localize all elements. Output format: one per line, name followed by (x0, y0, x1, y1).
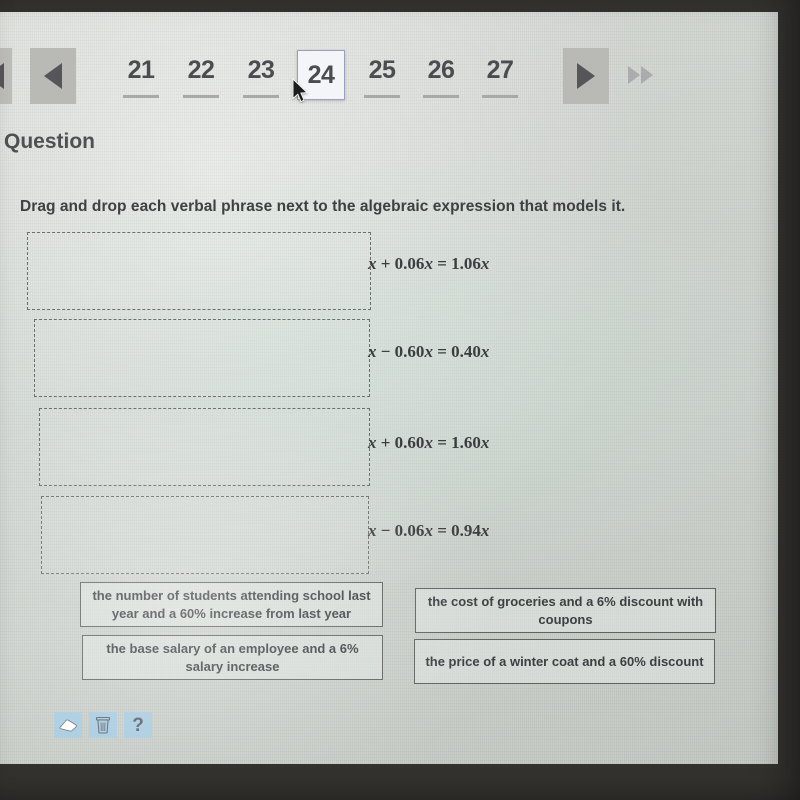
equation-2: x − 0.60x = 0.40x (368, 342, 490, 361)
phrase-tile-students[interactable]: the number of students attending school … (80, 582, 383, 627)
chevron-right-icon (577, 63, 595, 89)
double-chevron-right-icon (628, 66, 640, 84)
equation-4: x − 0.06x = 0.94x (368, 521, 490, 540)
dropzone-3[interactable] (39, 408, 370, 486)
double-chevron-right-icon-2 (641, 66, 653, 84)
trash-icon (95, 716, 111, 734)
eraser-button[interactable] (54, 712, 82, 738)
page-number-label: 22 (187, 56, 215, 84)
equation-1: x + 0.06x = 1.06x (368, 254, 490, 273)
last-page-button[interactable] (628, 66, 653, 84)
delete-button[interactable] (89, 712, 117, 738)
screen-surface: 21 22 23 24 25 26 27 Question Drag and d… (0, 12, 778, 764)
double-chevron-left-icon (0, 63, 4, 89)
page-number-label: 23 (247, 56, 275, 84)
previous-page-button[interactable] (30, 48, 76, 104)
tool-palette: ? (54, 712, 152, 738)
dropzone-row: x + 0.06x = 1.06x (0, 228, 778, 318)
photo-of-screen: 21 22 23 24 25 26 27 Question Drag and d… (0, 0, 800, 800)
dropzone-row: x − 0.06x = 0.94x (0, 496, 778, 588)
page-number-26[interactable]: 26 (418, 56, 464, 98)
page-underline (482, 95, 518, 98)
question-mark-icon: ? (132, 714, 144, 736)
page-underline (243, 95, 279, 98)
page-navigation-bar: 21 22 23 24 25 26 27 (0, 40, 778, 118)
mouse-cursor-icon (292, 78, 309, 103)
equation-3: x + 0.60x = 1.60x (368, 433, 490, 452)
page-number-label: 21 (127, 56, 155, 84)
page-title: Question (4, 130, 96, 153)
page-number-label: 25 (368, 56, 396, 84)
page-number-label: 26 (427, 56, 455, 84)
question-prompt: Drag and drop each verbal phrase next to… (20, 198, 626, 215)
help-button[interactable]: ? (124, 712, 152, 738)
page-underline (423, 95, 459, 98)
next-page-button[interactable] (563, 48, 609, 104)
page-number-21[interactable]: 21 (118, 56, 164, 98)
eraser-icon (59, 719, 77, 732)
page-number-25[interactable]: 25 (359, 56, 405, 98)
page-underline (364, 95, 400, 98)
page-underline (123, 95, 159, 98)
dropzone-row: x − 0.60x = 0.40x (0, 318, 778, 408)
page-underline (183, 95, 219, 98)
page-number-label: 27 (486, 56, 514, 84)
page-number-22[interactable]: 22 (178, 56, 224, 98)
chevron-left-icon (44, 63, 62, 89)
page-number-27[interactable]: 27 (477, 56, 523, 98)
dropzone-4[interactable] (41, 496, 369, 574)
dropzone-1[interactable] (27, 232, 371, 310)
first-page-button[interactable] (0, 48, 12, 104)
dropzone-rows: x + 0.06x = 1.06x x − 0.60x = 0.40x x + … (0, 228, 778, 588)
phrase-tile-groceries[interactable]: the cost of groceries and a 6% discount … (415, 588, 716, 633)
dropzone-2[interactable] (34, 319, 370, 397)
page-number-23[interactable]: 23 (238, 56, 284, 98)
phrase-tile-coat[interactable]: the price of a winter coat and a 60% dis… (414, 639, 715, 684)
phrase-tile-salary[interactable]: the base salary of an employee and a 6% … (82, 635, 383, 680)
dropzone-row: x + 0.60x = 1.60x (0, 408, 778, 498)
